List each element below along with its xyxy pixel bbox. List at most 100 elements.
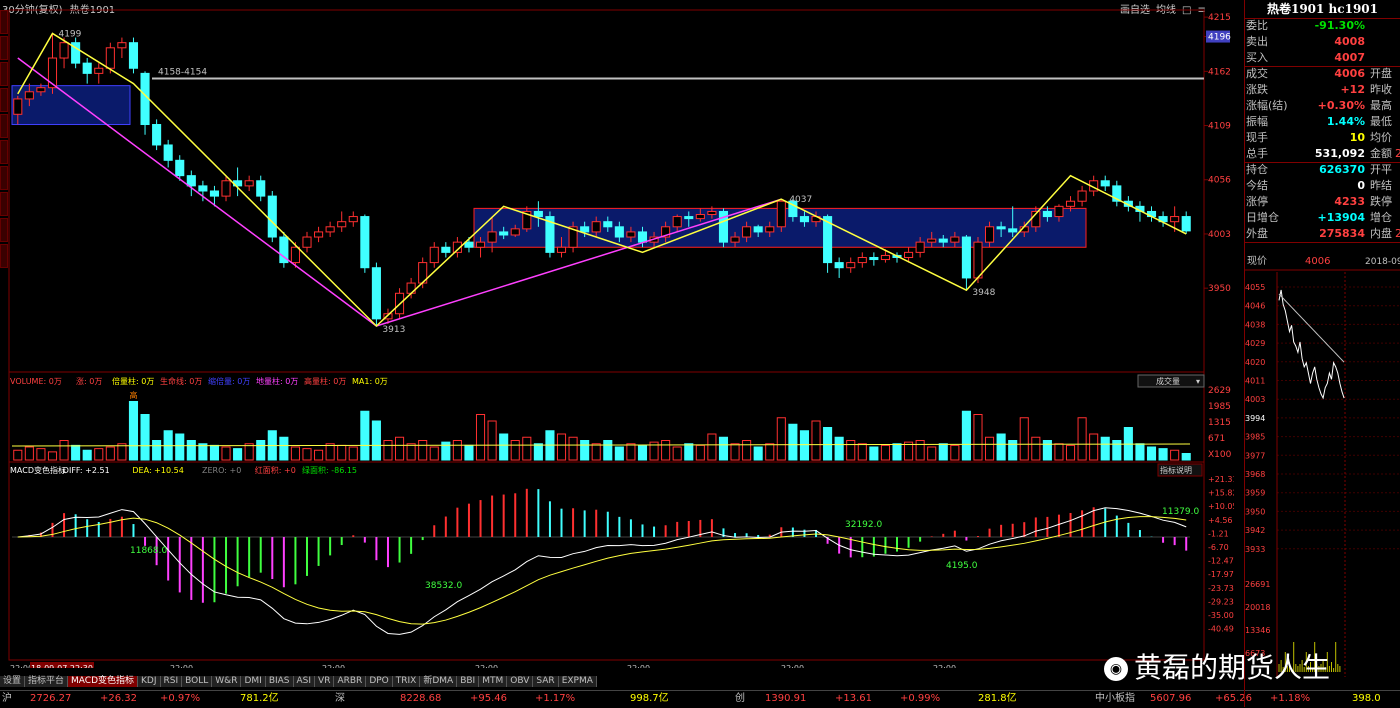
- volume-bar: [244, 443, 254, 461]
- indicator-tab-0[interactable]: 设置: [0, 676, 26, 687]
- indicator-tab-16[interactable]: MTM: [479, 676, 508, 687]
- volume-bar: [256, 440, 266, 461]
- candle-body: [880, 254, 890, 261]
- indicator-tab-7[interactable]: DMI: [241, 676, 266, 687]
- indicator-tab-13[interactable]: TRIX: [392, 676, 421, 687]
- volume-bar: [1031, 436, 1041, 461]
- volume-bar: [82, 449, 92, 461]
- macd-axis-label: -23.73: [1208, 584, 1234, 593]
- quote-row: 买入 4007: [1245, 50, 1400, 66]
- price-axis-label: 4162: [1208, 67, 1231, 77]
- macd-diff-line: [17, 507, 1187, 635]
- volume-bar: [452, 440, 462, 461]
- indicator-tab-2[interactable]: MACD变色指标: [68, 676, 139, 687]
- candle-body: [371, 267, 381, 320]
- volume-legend-item: VOLUME: 0万: [10, 377, 62, 386]
- volume-legend-item: MA1: 0万: [352, 377, 388, 386]
- candle-body: [59, 42, 69, 59]
- indicator-tab-12[interactable]: DPO: [366, 676, 393, 687]
- volume-bar: [1042, 440, 1052, 461]
- candle-body: [267, 195, 277, 238]
- candle-body: [1181, 216, 1191, 232]
- indicator-tab-5[interactable]: BOLL: [182, 676, 213, 687]
- candle-body: [834, 262, 844, 269]
- volume-bar: [637, 444, 648, 461]
- volume-bar: [1135, 443, 1145, 461]
- candle-body: [314, 231, 324, 238]
- quote-subvalue: 21: [1395, 147, 1400, 160]
- indicator-tab-8[interactable]: BIAS: [265, 676, 294, 687]
- macd-legend-item: MACD变色指标: [10, 465, 66, 475]
- mini-axis-label: 4020: [1245, 358, 1265, 367]
- candle-body: [152, 124, 162, 146]
- volume-legend-item: 倍量柱: 0万: [112, 376, 154, 386]
- volume-bar: [325, 443, 335, 461]
- volume-bar: [290, 446, 300, 461]
- volume-bar: [209, 444, 220, 461]
- volume-bar: [799, 430, 810, 461]
- mini-axis-label: 3933: [1245, 545, 1265, 554]
- quote-sublabel: 金额: [1370, 147, 1392, 160]
- candle-body: [360, 216, 370, 269]
- indicator-tab-14[interactable]: 新DMA: [420, 676, 458, 687]
- macd-axis-label: -40.49: [1208, 625, 1234, 634]
- indicator-tab-1[interactable]: 指标平台: [25, 676, 69, 687]
- volume-bar: [718, 436, 729, 461]
- quote-value: 1.44%: [1326, 115, 1365, 128]
- quote-sublabel: 开盘: [1370, 67, 1392, 80]
- time-axis-label: 22:00: [170, 664, 193, 668]
- candle-body: [904, 251, 914, 258]
- mini-intraday-chart[interactable]: 现价 4006 2018-09 4055 4046 4038 4029 4020 4011 400…: [1245, 252, 1400, 677]
- volume-bar: [314, 449, 324, 461]
- volume-bar: [24, 446, 34, 461]
- volume-bar: [857, 443, 867, 461]
- indicator-tab-19[interactable]: EXPMA: [558, 676, 597, 687]
- status-item: 8228.68: [400, 693, 442, 704]
- quote-label: 振幅: [1246, 115, 1268, 128]
- volume-bar: [302, 448, 312, 461]
- candle-body: [591, 221, 601, 233]
- mini-vol-axis-label: 26691: [1245, 580, 1270, 589]
- indicator-tab-11[interactable]: ARBR: [334, 676, 367, 687]
- chart-area[interactable]: 4215 4196 4162 4109 4056 4003 3950 4158-4154 419…: [0, 0, 1234, 668]
- indicator-tab-9[interactable]: ASI: [293, 676, 316, 687]
- indicator-tab-18[interactable]: SAR: [533, 676, 559, 687]
- candle-body: [499, 231, 509, 236]
- candle-body: [996, 226, 1006, 230]
- volume-bar: [973, 414, 983, 461]
- indicator-tab-10[interactable]: VR: [315, 676, 335, 687]
- candle-body: [684, 216, 694, 220]
- quote-value: +13904: [1317, 211, 1366, 224]
- candle-body: [82, 62, 92, 74]
- quote-label: 持仓: [1246, 163, 1268, 176]
- status-item: 中小板指: [1095, 693, 1135, 704]
- status-item: 5607.96: [1150, 693, 1192, 704]
- quote-subvalue: 2: [1395, 227, 1400, 240]
- quote-sublabel: 开平: [1370, 163, 1392, 176]
- volume-bar: [175, 433, 185, 461]
- volume-bar: [961, 410, 971, 461]
- indicator-tab-3[interactable]: KDJ: [138, 676, 161, 687]
- indicator-tab-17[interactable]: OBV: [507, 676, 534, 687]
- candle-body: [325, 226, 335, 233]
- macd-axis-label: -6.70: [1208, 543, 1229, 552]
- quote-value: 4233: [1334, 195, 1365, 208]
- quote-value: 626370: [1319, 163, 1365, 176]
- low-label: 3913: [382, 325, 405, 335]
- macd-axis-label: +21.31: [1208, 475, 1234, 484]
- indicator-tab-15[interactable]: BBI: [457, 676, 480, 687]
- quote-separator: [1245, 242, 1400, 243]
- indicator-tab-4[interactable]: RSI: [160, 676, 183, 687]
- macd-axis-label: -29.23: [1208, 597, 1234, 606]
- volume-bar: [614, 446, 624, 461]
- macd-area-label: 11868.0: [130, 546, 167, 556]
- volume-bar: [487, 420, 497, 461]
- chart-frame: [8, 9, 1205, 661]
- candle-body: [163, 144, 173, 161]
- mini-axis-label: 4055: [1245, 283, 1265, 292]
- volume-bar: [186, 440, 196, 461]
- volume-bar: [753, 446, 763, 461]
- volume-bar: [695, 444, 705, 461]
- indicator-tab-6[interactable]: W&R: [212, 676, 242, 687]
- quote-row: 涨幅(结) +0.30% 最高: [1245, 98, 1400, 114]
